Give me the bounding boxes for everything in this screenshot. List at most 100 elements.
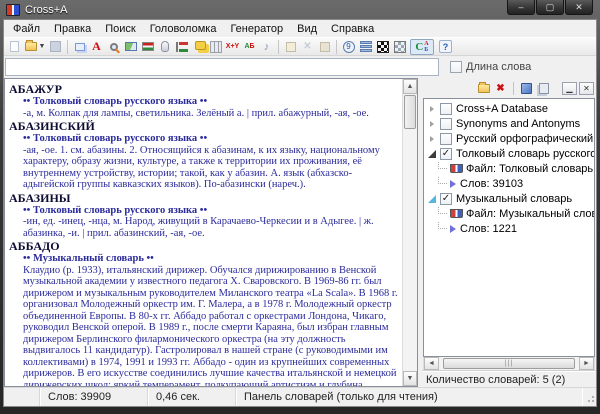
chart-icon[interactable] bbox=[173, 39, 190, 55]
entry-definition: Клаудио (р. 1933), итальянский дирижер. … bbox=[9, 265, 398, 387]
number-icon[interactable]: 9 bbox=[340, 39, 357, 55]
arrow-icon bbox=[450, 225, 456, 233]
menu-file[interactable]: Файл bbox=[6, 22, 47, 36]
tree-item-explanatory[interactable]: ✓ Толковый словарь русского языка bbox=[424, 146, 594, 161]
search-row: Длина слова bbox=[4, 56, 596, 78]
main-toolbar: ▼ А X+Y АБ ♪ ✕ 9 САБ bbox=[4, 37, 596, 56]
menu-generator[interactable]: Генератор bbox=[223, 22, 290, 36]
help-icon[interactable]: ? bbox=[437, 39, 454, 55]
scrollbar-thumb[interactable]: ||| bbox=[443, 358, 575, 369]
search-word-icon[interactable] bbox=[105, 39, 122, 55]
dictionary-tree[interactable]: Cross+A Database Synonyms and Antonyms Р… bbox=[423, 98, 595, 357]
resize-grip[interactable] bbox=[582, 388, 596, 406]
crossword-black-icon[interactable] bbox=[374, 39, 391, 55]
panel-close-icon[interactable]: ✕ bbox=[579, 82, 594, 95]
menu-edit[interactable]: Правка bbox=[47, 22, 98, 36]
tree-item-musical-count[interactable]: Слов: 1221 bbox=[424, 221, 594, 236]
panel-remove-dictionary-icon[interactable]: ✖ bbox=[492, 80, 509, 96]
tree-item-musical-file[interactable]: Файл: Музыкальный словарь.dic bbox=[424, 206, 594, 221]
word-search-input[interactable] bbox=[5, 58, 439, 76]
close-button[interactable]: ✕ bbox=[565, 0, 593, 15]
menu-puzzle[interactable]: Головоломка bbox=[143, 22, 224, 36]
dictionaries-toolbar: ✖ ▁ ✕ bbox=[422, 78, 596, 98]
delete-item-icon[interactable]: ✕ bbox=[299, 39, 316, 55]
edit-item-icon[interactable] bbox=[316, 39, 333, 55]
entry-headword: АББАДО bbox=[9, 240, 398, 253]
window-title: Cross+A bbox=[25, 4, 68, 16]
entry-headword: АБАЖУР bbox=[9, 83, 398, 96]
status-word-count: Слов: 39909 bbox=[40, 388, 148, 406]
panel-open-dictionary-icon[interactable] bbox=[475, 80, 492, 96]
tree-connector bbox=[438, 161, 447, 169]
scrollbar-thumb[interactable] bbox=[404, 95, 416, 129]
save-icon[interactable] bbox=[47, 39, 64, 55]
book-icon bbox=[450, 164, 463, 173]
panel-copy-icon[interactable] bbox=[535, 80, 552, 96]
checkbox-checked-icon[interactable]: ✓ bbox=[440, 148, 452, 160]
expand-icon[interactable] bbox=[424, 121, 440, 127]
checkbox-icon[interactable] bbox=[440, 118, 452, 130]
tree-item-explanatory-count[interactable]: Слов: 39103 bbox=[424, 176, 594, 191]
menu-search[interactable]: Поиск bbox=[98, 22, 142, 36]
formula-xy-icon[interactable]: X+Y bbox=[224, 39, 241, 55]
tree-item-musical[interactable]: ✓ Музыкальный словарь bbox=[424, 191, 594, 206]
picture-icon[interactable] bbox=[122, 39, 139, 55]
entry-source: •• Толковый словарь русского языка •• bbox=[9, 96, 398, 108]
vertical-scrollbar[interactable]: ▲ ▼ bbox=[402, 79, 417, 386]
tree-item-crossa-database[interactable]: Cross+A Database bbox=[424, 101, 594, 116]
panel-export-icon[interactable] bbox=[518, 80, 535, 96]
dictionary-text-panel: АБАЖУР •• Толковый словарь русского язык… bbox=[4, 78, 418, 387]
open-file-icon[interactable]: ▼ bbox=[23, 39, 47, 55]
flag-icon[interactable] bbox=[139, 39, 156, 55]
grid-icon[interactable] bbox=[207, 39, 224, 55]
minimize-button[interactable]: – bbox=[507, 0, 535, 15]
new-file-icon[interactable] bbox=[6, 39, 23, 55]
word-length-checkbox[interactable]: Длина слова bbox=[450, 61, 531, 73]
checkbox-icon[interactable] bbox=[440, 103, 452, 115]
checkbox-checked-icon[interactable]: ✓ bbox=[440, 193, 452, 205]
entry-headword: АБАЗИНЫ bbox=[9, 192, 398, 205]
scroll-down-icon[interactable]: ▼ bbox=[403, 371, 417, 386]
database-icon[interactable] bbox=[357, 39, 374, 55]
tree-item-synonyms[interactable]: Synonyms and Antonyms bbox=[424, 116, 594, 131]
scroll-up-icon[interactable]: ▲ bbox=[403, 79, 417, 94]
font-icon[interactable]: А bbox=[88, 39, 105, 55]
puzzle-icon[interactable] bbox=[190, 39, 207, 55]
checkbox-icon[interactable] bbox=[450, 61, 462, 73]
horizontal-scrollbar[interactable]: ◄ ||| ► bbox=[423, 357, 595, 371]
entry-source: •• Толковый словарь русского языка •• bbox=[9, 205, 398, 217]
status-empty bbox=[4, 388, 40, 406]
tree-connector bbox=[438, 176, 447, 184]
dictionary-entries[interactable]: АБАЖУР •• Толковый словарь русского язык… bbox=[5, 79, 402, 386]
book-icon bbox=[450, 209, 463, 218]
open-dropdown-icon[interactable]: ▼ bbox=[39, 43, 46, 50]
dictionary-panel-toggle[interactable]: САБ bbox=[410, 39, 434, 55]
app-window: Cross+A – ▢ ✕ Файл Правка Поиск Головоло… bbox=[0, 0, 600, 414]
expand-icon[interactable] bbox=[424, 106, 440, 112]
status-search-time: 0,46 сек. bbox=[148, 388, 236, 406]
maximize-button[interactable]: ▢ bbox=[536, 0, 564, 15]
tree-item-explanatory-file[interactable]: Файл: Толковый словарь.dic bbox=[424, 161, 594, 176]
scroll-right-icon[interactable]: ► bbox=[579, 357, 594, 370]
add-item-icon[interactable] bbox=[282, 39, 299, 55]
menu-view[interactable]: Вид bbox=[290, 22, 324, 36]
expand-icon[interactable] bbox=[424, 136, 440, 142]
mouse-icon[interactable] bbox=[156, 39, 173, 55]
scroll-left-icon[interactable]: ◄ bbox=[424, 357, 439, 370]
crossword-checkered-icon[interactable] bbox=[391, 39, 408, 55]
music-note-icon[interactable]: ♪ bbox=[258, 39, 275, 55]
collapse-icon[interactable] bbox=[424, 194, 440, 204]
entry-definition: -ая, -ое. 1. см. абазины. 2. Относящийся… bbox=[9, 145, 398, 191]
entry-definition: -ин, ед. -инец, -нца, м. Народ, живущий … bbox=[9, 216, 398, 239]
collapse-icon[interactable] bbox=[424, 149, 440, 159]
checkbox-icon[interactable] bbox=[440, 133, 452, 145]
entry-source: •• Толковый словарь русского языка •• bbox=[9, 133, 398, 145]
sort-letters-icon[interactable]: АБ bbox=[241, 39, 258, 55]
entry-source: •• Музыкальный словарь •• bbox=[9, 253, 398, 265]
copy-icon[interactable] bbox=[71, 39, 88, 55]
menu-help[interactable]: Справка bbox=[324, 22, 381, 36]
title-bar[interactable]: Cross+A – ▢ ✕ bbox=[3, 0, 597, 19]
tree-item-orthographic[interactable]: Русский орфографический словарь bbox=[424, 131, 594, 146]
tree-connector bbox=[438, 206, 447, 214]
panel-minimize-icon[interactable]: ▁ bbox=[562, 82, 577, 95]
